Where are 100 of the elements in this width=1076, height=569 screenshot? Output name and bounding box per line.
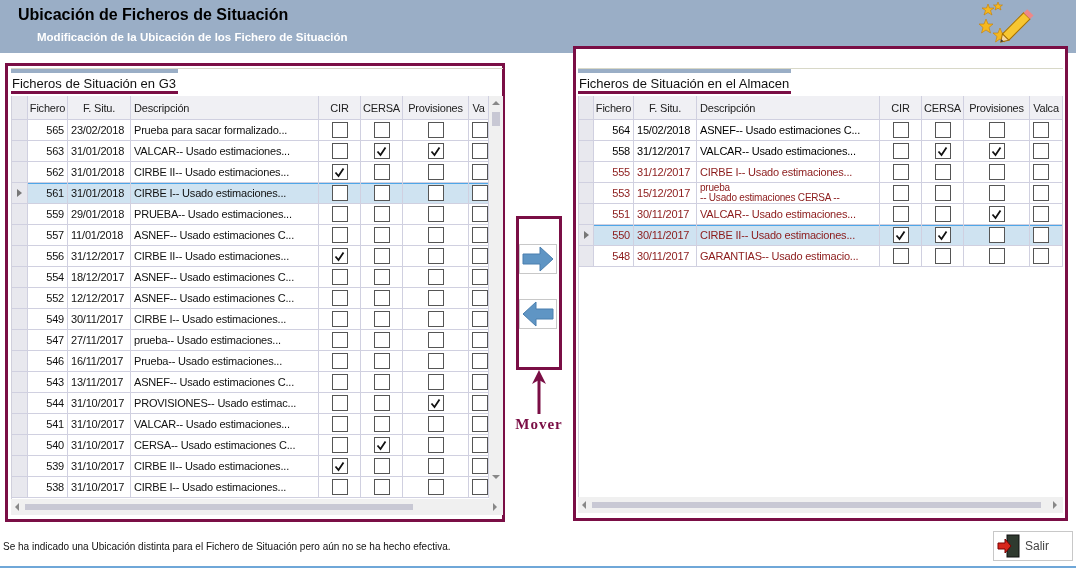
table-cell: 550 (594, 225, 634, 246)
table-cell: 31/12/2017 (634, 162, 697, 183)
table-cell: 29/01/2018 (68, 204, 131, 225)
table-cell: VALCAR-- Usado estimaciones... (697, 141, 880, 162)
column-header[interactable]: CERSA (361, 96, 403, 120)
column-header[interactable]: CIR (319, 96, 361, 120)
column-header[interactable]: CERSA (922, 96, 964, 120)
table-row[interactable]: 553 15/12/2017 prueba -- Usado estimaciones CERSA -- (579, 183, 1063, 204)
table-cell: PRUEBA-- Usado estimaciones... (131, 204, 319, 225)
table-cell: 547 (28, 330, 68, 351)
table-cell: Prueba para sacar formalizado... (131, 120, 319, 141)
column-header[interactable]: Fichero (594, 96, 634, 120)
table-row[interactable]: 556 31/12/2017 CIRBE II-- Usado estimaciones... (12, 246, 489, 267)
table-cell: 564 (594, 120, 634, 141)
table-row[interactable]: 554 18/12/2017 ASNEF-- Usado estimaciones C... (12, 267, 489, 288)
table-row[interactable]: 544 31/10/2017 PROVISIONES-- Usado estimac... (12, 393, 489, 414)
table-cell: PROVISIONES-- Usado estimac... (131, 393, 319, 414)
column-header[interactable]: Provisiones (403, 96, 469, 120)
table-cell: 31/10/2017 (68, 435, 131, 456)
exit-button[interactable]: Salir (993, 531, 1073, 561)
column-header[interactable]: Descripción (697, 96, 880, 120)
table-cell: 31/01/2018 (68, 141, 131, 162)
table-cell: CIRBE I-- Usado estimaciones... (697, 162, 880, 183)
table-cell: VALCAR-- Usado estimaciones... (131, 414, 319, 435)
table-cell: 558 (594, 141, 634, 162)
table-cell: 543 (28, 372, 68, 393)
table-cell: 556 (28, 246, 68, 267)
table-row[interactable]: 541 31/10/2017 VALCAR-- Usado estimaciones... (12, 414, 489, 435)
table-cell: 554 (28, 267, 68, 288)
table-cell: CIRBE I-- Usado estimaciones... (131, 309, 319, 330)
annotation-label: Mover (515, 416, 563, 433)
table-row[interactable]: 558 31/12/2017 VALCAR-- Usado estimaciones... (579, 141, 1063, 162)
table-cell: CIRBE II-- Usado estimaciones... (131, 456, 319, 477)
table-row[interactable]: 561 31/01/2018 CIRBE I-- Usado estimaciones... (12, 183, 489, 204)
table-cell: 544 (28, 393, 68, 414)
table-cell: 541 (28, 414, 68, 435)
table-row[interactable]: 552 12/12/2017 ASNEF-- Usado estimaciones C... (12, 288, 489, 309)
table-cell: 540 (28, 435, 68, 456)
table-cell: 563 (28, 141, 68, 162)
table-cell: 18/12/2017 (68, 267, 131, 288)
table-row[interactable]: 538 31/10/2017 CIRBE I-- Usado estimaciones... (12, 477, 489, 498)
table-cell: GARANTIAS-- Usado estimacio... (697, 246, 880, 267)
table-cell: VALCAR-- Usado estimaciones... (131, 141, 319, 162)
table-cell: CIRBE I-- Usado estimaciones... (131, 183, 319, 204)
table-cell: ASNEF-- Usado estimaciones C... (131, 288, 319, 309)
table-cell: 561 (28, 183, 68, 204)
table-cell: 31/12/2017 (634, 141, 697, 162)
table-cell: 15/12/2017 (634, 183, 697, 204)
table-cell: 23/02/2018 (68, 120, 131, 141)
table-cell: 31/10/2017 (68, 393, 131, 414)
table-row[interactable]: 546 16/11/2017 Prueba-- Usado estimaciones... (12, 351, 489, 372)
column-header[interactable]: Provisiones (964, 96, 1030, 120)
table-row[interactable]: 563 31/01/2018 VALCAR-- Usado estimaciones... (12, 141, 489, 162)
table-cell: 552 (28, 288, 68, 309)
table-cell: 30/11/2017 (634, 225, 697, 246)
table-row[interactable]: 547 27/11/2017 prueba-- Usado estimaciones... (12, 330, 489, 351)
table-row[interactable]: 565 23/02/2018 Prueba para sacar formalizado... (12, 120, 489, 141)
table-row[interactable]: 548 30/11/2017 GARANTIAS-- Usado estimacio... (579, 246, 1063, 267)
page-subtitle: Modificación de la Ubicación de los Fichero de Situación (37, 31, 348, 43)
table-row[interactable]: 540 31/10/2017 CERSA-- Usado estimaciones C... (12, 435, 489, 456)
table-cell: 12/12/2017 (68, 288, 131, 309)
table-cell: ASNEF-- Usado estimaciones C... (697, 120, 880, 141)
table-row[interactable]: 543 13/11/2017 ASNEF-- Usado estimaciones C... (12, 372, 489, 393)
table-cell: 557 (28, 225, 68, 246)
table-cell: 538 (28, 477, 68, 498)
table-cell: CIRBE I-- Usado estimaciones... (131, 477, 319, 498)
status-message: Se ha indicado una Ubicación distinta para el Fichero de Situación pero aún no se ha hecho efectiva. (3, 540, 451, 552)
table-row[interactable]: 539 31/10/2017 CIRBE II-- Usado estimaciones... (12, 456, 489, 477)
table-cell: ASNEF-- Usado estimaciones C... (131, 225, 319, 246)
table-cell: prueba -- Usado estimaciones CERSA -- (697, 183, 880, 204)
table-cell: CIRBE II-- Usado estimaciones... (131, 246, 319, 267)
table-cell: 30/11/2017 (68, 309, 131, 330)
column-header[interactable]: CIR (880, 96, 922, 120)
table-cell: 31/10/2017 (68, 456, 131, 477)
column-header[interactable]: F. Situ. (634, 96, 697, 120)
table-cell: Prueba-- Usado estimaciones... (131, 351, 319, 372)
table-row[interactable]: 555 31/12/2017 CIRBE I-- Usado estimaciones... (579, 162, 1063, 183)
page-title: Ubicación de Ficheros de Situación (18, 6, 290, 24)
table-cell: ASNEF-- Usado estimaciones C... (131, 267, 319, 288)
table-cell: 16/11/2017 (68, 351, 131, 372)
table-cell: CERSA-- Usado estimaciones C... (131, 435, 319, 456)
table-cell: 31/10/2017 (68, 414, 131, 435)
table-cell: 555 (594, 162, 634, 183)
table-cell: 13/11/2017 (68, 372, 131, 393)
table-cell: 27/11/2017 (68, 330, 131, 351)
table-row[interactable]: 550 30/11/2017 CIRBE II-- Usado estimaciones... (579, 225, 1063, 246)
table-cell: CIRBE II-- Usado estimaciones... (697, 225, 880, 246)
column-header[interactable]: Fichero (28, 96, 68, 120)
table-cell: 30/11/2017 (634, 246, 697, 267)
table-cell: 15/02/2018 (634, 120, 697, 141)
table-row[interactable]: 564 15/02/2018 ASNEF-- Usado estimaciones C... (579, 120, 1063, 141)
table-row[interactable]: 549 30/11/2017 CIRBE I-- Usado estimaciones... (12, 309, 489, 330)
column-header[interactable]: F. Situ. (68, 96, 131, 120)
column-header[interactable]: Valca (1030, 96, 1063, 120)
table-cell: 11/01/2018 (68, 225, 131, 246)
table-row[interactable]: 557 11/01/2018 ASNEF-- Usado estimaciones C... (12, 225, 489, 246)
column-header[interactable]: Descripción (131, 96, 319, 120)
table-cell: ASNEF-- Usado estimaciones C... (131, 372, 319, 393)
table-cell: 539 (28, 456, 68, 477)
table-row[interactable]: 559 29/01/2018 PRUEBA-- Usado estimaciones... (12, 204, 489, 225)
